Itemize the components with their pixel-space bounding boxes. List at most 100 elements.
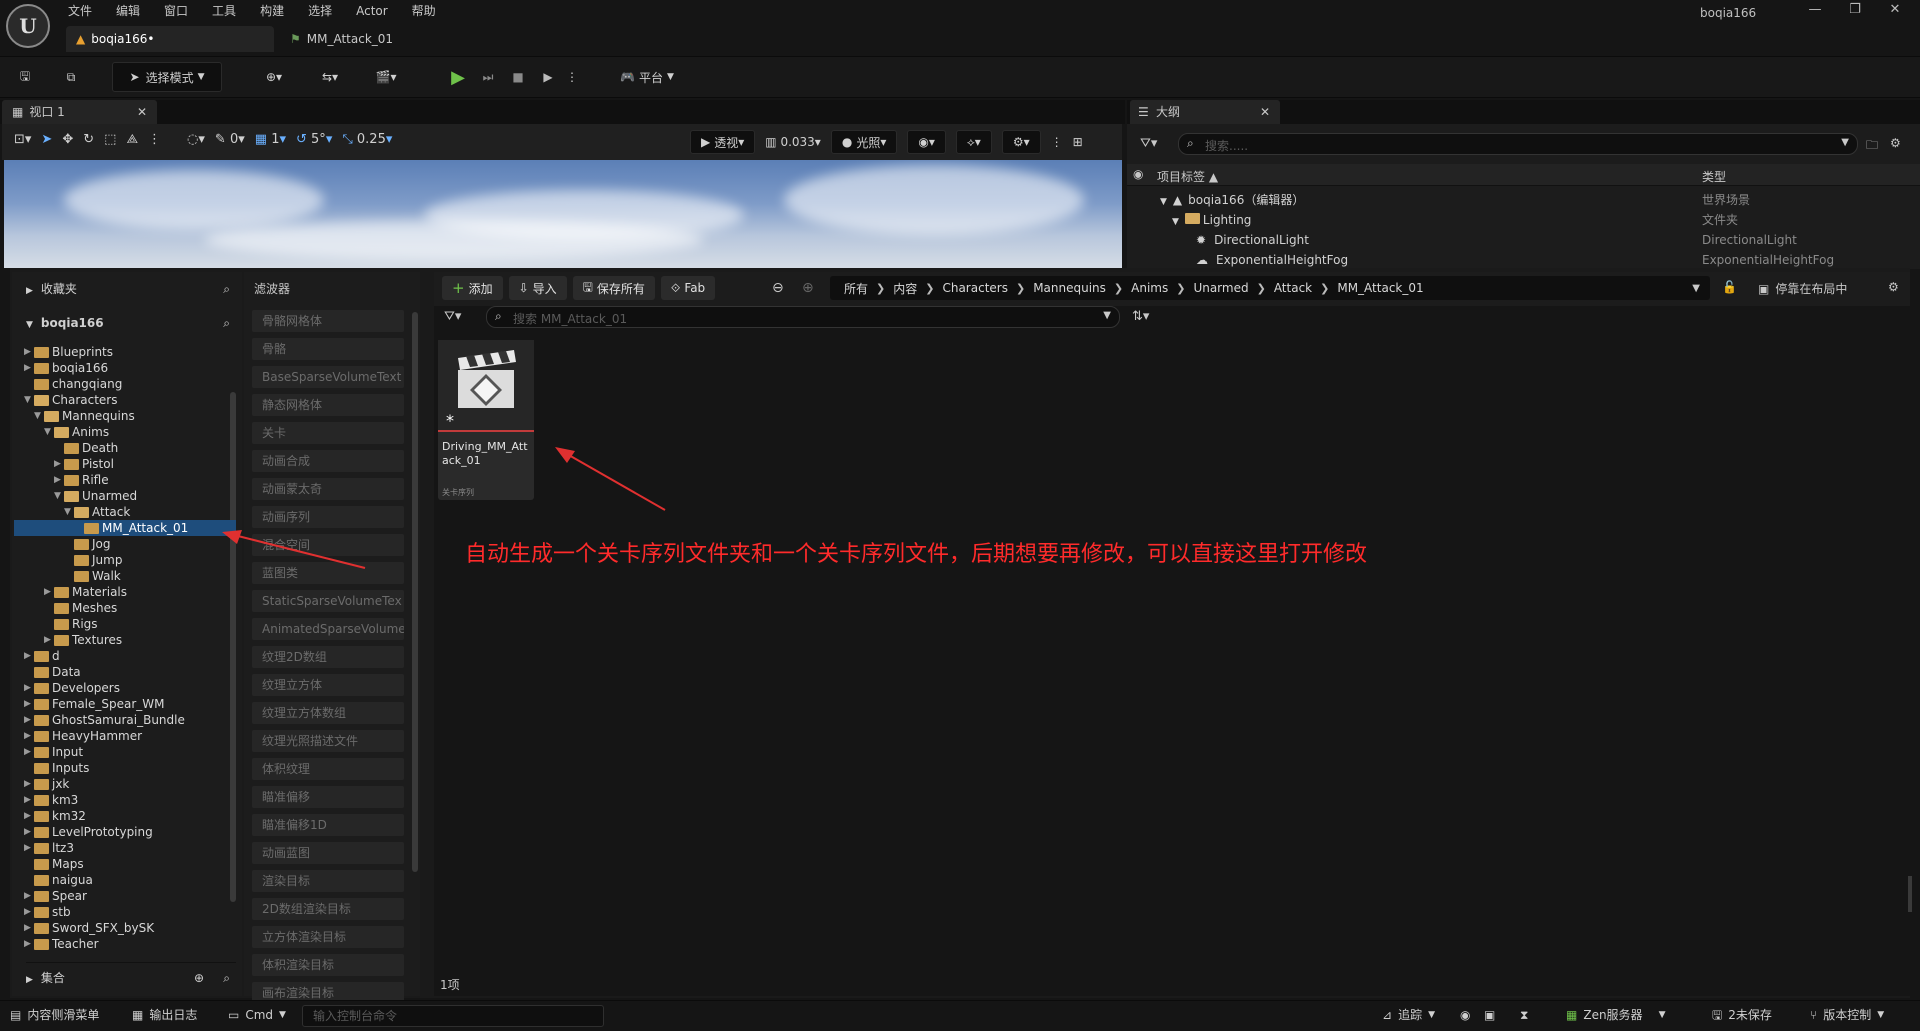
breadcrumb-chevron-icon[interactable]: ❯	[925, 282, 934, 295]
filter-icon[interactable]: ⛛▾	[1140, 136, 1157, 151]
scale-tool-icon[interactable]: ⬚	[104, 132, 116, 147]
search-icon[interactable]: ⌕	[223, 274, 230, 304]
tree-folder-item[interactable]: Meshes	[24, 600, 234, 616]
close-window-button[interactable]: ✕	[1875, 2, 1915, 17]
add-button[interactable]: + 添加	[442, 276, 503, 300]
tree-folder-item[interactable]: changqiang	[24, 376, 234, 392]
coord-icon[interactable]: ◌▾	[187, 132, 205, 147]
show-eye-icon[interactable]: ◉▾	[907, 130, 946, 154]
root-header[interactable]: ▼ boqia166 ⌕	[26, 308, 236, 338]
platform-dropdown[interactable]: 🎮 平台 ▼	[612, 62, 682, 92]
tree-folder-item[interactable]: ▶ Spear	[24, 888, 234, 904]
tree-folder-item[interactable]: ▶ ltz3	[24, 840, 234, 856]
filter-item[interactable]: 2D数组渲染目标	[252, 898, 404, 920]
breadcrumb-chevron-icon[interactable]: ❯	[1320, 282, 1329, 295]
tree-folder-item[interactable]: ▶ km3	[24, 792, 234, 808]
save-all-button[interactable]: 🖫 保存所有	[572, 276, 655, 300]
breadcrumb-item[interactable]: Anims	[1123, 281, 1176, 295]
favorites-header[interactable]: ▶ 收藏夹 ⌕	[26, 274, 236, 304]
collapsed-caret-icon[interactable]: ▶	[24, 696, 34, 712]
import-button[interactable]: ⇩ 导入	[508, 276, 567, 300]
menu-select[interactable]: 选择	[296, 0, 344, 22]
collapsed-caret-icon[interactable]: ▶	[24, 840, 34, 856]
stop-icon[interactable]: ■	[504, 62, 532, 92]
collections-header[interactable]: ▶ 集合 ⊕ ⌕	[26, 962, 236, 992]
tree-folder-item[interactable]: ▶ GhostSamurai_Bundle	[24, 712, 234, 728]
collapsed-caret-icon[interactable]: ▶	[24, 824, 34, 840]
unreal-logo-icon[interactable]: U	[6, 4, 50, 48]
breadcrumb-chevron-icon[interactable]: ❯	[1114, 282, 1123, 295]
menu-window[interactable]: 窗口	[152, 0, 200, 22]
filter-item[interactable]: BaseSparseVolumeText	[252, 366, 404, 388]
filter-item[interactable]: 动画蓝图	[252, 842, 404, 864]
transform-mode-icon[interactable]: ⊡▾	[14, 132, 31, 147]
tree-folder-item[interactable]: Inputs	[24, 760, 234, 776]
tree-folder-item[interactable]: naigua	[24, 872, 234, 888]
tree-folder-item[interactable]: ▼ Anims	[24, 424, 234, 440]
filter-item[interactable]: 体积纹理	[252, 758, 404, 780]
filter-item[interactable]: 纹理立方体数组	[252, 702, 404, 724]
record-icon[interactable]: ◉	[1460, 1000, 1470, 1031]
select-mode-dropdown[interactable]: ➤ 选择模式 ▼	[112, 62, 222, 92]
move-tool-icon[interactable]: ✥	[62, 132, 73, 147]
dock-in-layout-button[interactable]: ▣ 停靠在布局中	[1758, 280, 1847, 297]
filter-item[interactable]: 骨骼	[252, 338, 404, 360]
filter-item[interactable]: 纹理光照描述文件	[252, 730, 404, 752]
cb-settings-icon[interactable]: ⚙	[1888, 280, 1899, 294]
filter-item[interactable]: 立方体渲染目标	[252, 926, 404, 948]
perspective-dropdown[interactable]: ▶ 透视 ▾	[690, 130, 756, 154]
tree-folder-item[interactable]: Maps	[24, 856, 234, 872]
filter-item[interactable]: 静态网格体	[252, 394, 404, 416]
tree-folder-item[interactable]: ▶ km32	[24, 808, 234, 824]
tree-folder-item[interactable]: ▶ Textures	[24, 632, 234, 648]
collapsed-caret-icon[interactable]: ▶	[24, 808, 34, 824]
restore-button[interactable]: ❐	[1835, 2, 1875, 17]
breadcrumb-chevron-icon[interactable]: ❯	[876, 282, 885, 295]
collapsed-caret-icon[interactable]: ▶	[24, 344, 34, 360]
rotation-snap-icon[interactable]: ↺ 5°▾	[296, 132, 332, 147]
asset-scrollbar[interactable]	[1908, 876, 1912, 912]
cinematics-icon[interactable]: 🎬▾	[366, 62, 406, 92]
chevron-down-icon[interactable]: ▼	[1692, 283, 1700, 294]
collapsed-caret-icon[interactable]: ▶	[24, 920, 34, 936]
chevron-down-icon[interactable]: ▼	[1103, 310, 1111, 321]
layout-icon[interactable]: ⊞	[1073, 135, 1083, 149]
expanded-caret-icon[interactable]: ▼	[34, 408, 44, 424]
expanded-caret-icon[interactable]: ▼	[54, 488, 64, 504]
collapsed-caret-icon[interactable]: ▶	[24, 360, 34, 376]
screenshot-icon[interactable]: ▣	[1484, 1000, 1495, 1031]
collapsed-caret-icon[interactable]: ▶	[24, 792, 34, 808]
close-icon[interactable]: ✕	[137, 100, 147, 124]
tree-folder-item[interactable]: ▶ Blueprints	[24, 344, 234, 360]
add-collection-icon[interactable]: ⊕	[194, 963, 204, 993]
breadcrumb-chevron-icon[interactable]: ❯	[1257, 282, 1266, 295]
filter-item[interactable]: 体积渲染目标	[252, 954, 404, 976]
breadcrumb-item[interactable]: Attack	[1266, 281, 1320, 295]
collapsed-caret-icon[interactable]: ▶	[24, 712, 34, 728]
column-type-header[interactable]: 类型	[1702, 168, 1726, 185]
add-folder-icon[interactable]: 🗀	[1866, 136, 1878, 157]
tree-folder-item[interactable]: ▼ Characters	[24, 392, 234, 408]
grid-snap-icon[interactable]: ✎ 0▾	[215, 132, 245, 147]
filter-item[interactable]: 骨骼网格体	[252, 310, 404, 332]
doc-tab-level[interactable]: ▲ boqia166•	[66, 26, 274, 52]
outliner-tab[interactable]: ☰ 大纲 ✕	[1130, 100, 1280, 124]
content-drawer-button[interactable]: ▤ 内容侧滑菜单	[10, 1000, 99, 1031]
collapsed-caret-icon[interactable]: ▶	[24, 888, 34, 904]
collapsed-caret-icon[interactable]: ▶	[54, 472, 64, 488]
tree-folder-item[interactable]: Rigs	[24, 616, 234, 632]
filter-item[interactable]: AnimatedSparseVolume	[252, 618, 404, 640]
close-icon[interactable]: ✕	[1260, 100, 1270, 124]
filter-item[interactable]: StaticSparseVolumeTex	[252, 590, 404, 612]
fab-button[interactable]: ⟐ Fab	[660, 276, 716, 300]
menu-build[interactable]: 构建	[248, 0, 296, 22]
grid-size-icon[interactable]: ▦ 1▾	[255, 132, 286, 147]
history-back-icon[interactable]: ⊖	[772, 280, 784, 296]
vp-more-icon[interactable]: ⋮	[1051, 135, 1063, 149]
collapsed-caret-icon[interactable]: ▶	[24, 680, 34, 696]
outliner-row-world[interactable]: ▼ ▲ boqia166（编辑器）	[1160, 190, 1304, 210]
tree-folder-item[interactable]: ▼ Mannequins	[24, 408, 234, 424]
tree-folder-item[interactable]: ▶ Input	[24, 744, 234, 760]
expanded-caret-icon[interactable]: ▼	[64, 504, 74, 520]
more-icon[interactable]: ⋮	[148, 132, 161, 147]
